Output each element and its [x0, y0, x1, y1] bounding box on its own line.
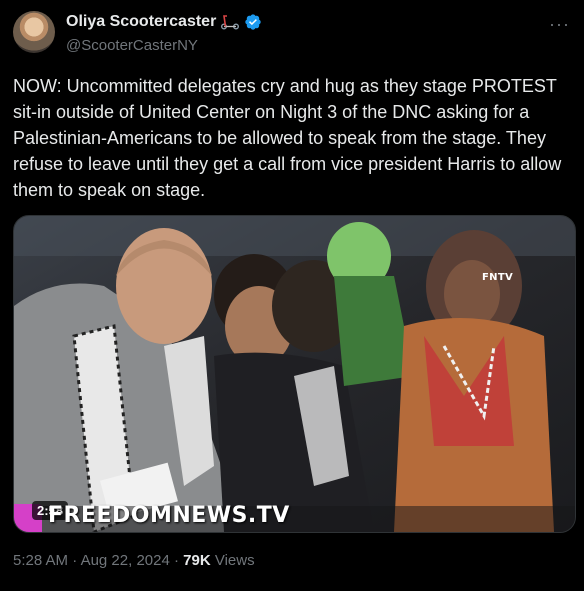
- author-display-name[interactable]: Oliya Scootercaster: [66, 13, 216, 31]
- video-frame: [14, 216, 575, 532]
- post-date[interactable]: Aug 22, 2024: [81, 552, 170, 569]
- video-player[interactable]: FNTV 2:58 FREEDOMNEWS.TV: [13, 215, 576, 533]
- watermark-fntv: FNTV: [482, 272, 513, 283]
- tweet: Oliya Scootercaster @ScooterCasterNY ···…: [0, 0, 584, 591]
- avatar[interactable]: [13, 11, 55, 53]
- views-label: Views: [210, 552, 255, 569]
- post-text: NOW: Uncommitted delegates cry and hug a…: [13, 76, 567, 200]
- watermark-freedomnews: FREEDOMNEWS.TV: [48, 503, 290, 528]
- meta-separator: ·: [68, 552, 81, 569]
- verified-icon: [245, 14, 261, 30]
- author-name-row: Oliya Scootercaster: [66, 13, 262, 31]
- scooter-icon: [221, 15, 240, 30]
- more-icon[interactable]: ···: [549, 14, 570, 35]
- views-count: 79K: [183, 552, 211, 569]
- post-meta: 5:28 AM · Aug 22, 2024 · 79K Views: [13, 552, 255, 569]
- author-handle[interactable]: @ScooterCasterNY: [66, 37, 198, 54]
- meta-separator: ·: [169, 552, 184, 569]
- post-time[interactable]: 5:28 AM: [13, 552, 68, 569]
